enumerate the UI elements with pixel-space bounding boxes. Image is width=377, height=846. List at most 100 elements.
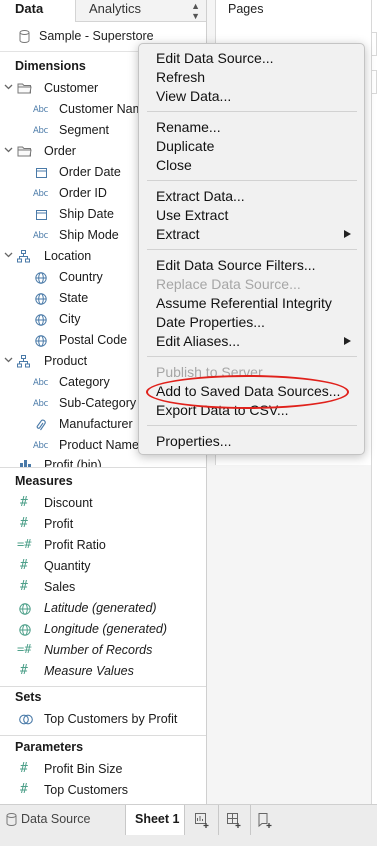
number-type-icon: # <box>20 558 28 573</box>
globe-icon <box>19 603 31 615</box>
data-source-context-menu: Edit Data Source... Refresh View Data...… <box>138 43 365 455</box>
sheet-tab-bar: Data Source Sheet 1 <box>0 804 377 846</box>
globe-icon <box>35 335 47 347</box>
globe-icon <box>35 272 47 284</box>
menu-item-replace-data-source: Replace Data Source... <box>156 276 301 292</box>
field-label: Location <box>44 249 92 263</box>
submenu-arrow-icon <box>344 337 351 345</box>
menu-item-export-data-to-csv[interactable]: Export Data to CSV... <box>156 401 289 420</box>
sheet-tab[interactable]: Sheet 1 <box>125 805 185 835</box>
chevron-down-icon <box>4 84 13 90</box>
globe-icon <box>19 624 31 636</box>
number-type-icon: # <box>20 782 28 797</box>
menu-item-properties[interactable]: Properties... <box>156 432 231 451</box>
folder-icon <box>17 83 32 94</box>
menu-item-duplicate[interactable]: Duplicate <box>156 137 214 156</box>
menu-item-rename[interactable]: Rename... <box>156 118 221 137</box>
menu-separator <box>147 180 357 181</box>
hierarchy-icon <box>17 355 30 368</box>
menu-item-refresh[interactable]: Refresh <box>156 68 205 87</box>
field-label: Product Name <box>59 438 139 452</box>
sets-header: Sets <box>15 690 42 704</box>
tab-data[interactable]: Data <box>0 0 75 22</box>
new-worksheet-icon[interactable] <box>194 812 210 828</box>
paperclip-icon <box>36 419 46 431</box>
field-profit-bin[interactable]: Profit (bin) <box>0 456 206 467</box>
bar-divider <box>218 805 219 835</box>
menu-separator <box>147 425 357 426</box>
submenu-arrow-icon <box>344 230 351 238</box>
string-type-icon: Abc <box>33 126 48 136</box>
sheet-tab-label: Sheet 1 <box>135 812 180 826</box>
menu-separator <box>147 356 357 357</box>
canvas-edge <box>371 0 377 804</box>
database-icon <box>19 30 30 43</box>
field-label: Quantity <box>44 559 91 573</box>
string-type-icon: Abc <box>33 399 48 409</box>
field-discount[interactable]: # Discount <box>0 494 206 515</box>
field-label: Segment <box>59 123 110 137</box>
field-label: Country <box>59 270 103 284</box>
field-label: Profit (bin) <box>44 458 102 467</box>
pages-shelf-title: Pages <box>228 2 264 16</box>
data-source-tab[interactable]: Data Source <box>21 812 90 826</box>
database-icon <box>6 813 17 826</box>
new-story-icon[interactable] <box>257 812 273 828</box>
dimensions-header: Dimensions <box>15 59 86 73</box>
field-label: Manufacturer <box>59 417 133 431</box>
bar-divider <box>250 805 251 835</box>
menu-item-extract[interactable]: Extract <box>156 225 200 244</box>
field-label: State <box>59 291 89 305</box>
canvas-edge-notch <box>371 70 377 94</box>
field-measure-values[interactable]: # Measure Values <box>0 662 206 683</box>
menu-item-date-properties[interactable]: Date Properties... <box>156 313 265 332</box>
menu-item-close[interactable]: Close <box>156 156 192 175</box>
field-label: Ship Date <box>59 207 114 221</box>
set-top-customers-by-profit[interactable]: Top Customers by Profit <box>0 710 206 731</box>
calendar-icon <box>36 168 47 178</box>
field-label: Order Date <box>59 165 121 179</box>
menu-item-extract-data[interactable]: Extract Data... <box>156 187 245 206</box>
calendar-icon <box>36 210 47 220</box>
section-divider <box>0 686 206 687</box>
field-profit-ratio[interactable]: =# Profit Ratio <box>0 536 206 557</box>
field-quantity[interactable]: # Quantity <box>0 557 206 578</box>
parameters-header: Parameters <box>15 740 84 754</box>
tab-dropdown-icon: ▲ ▼ <box>191 1 200 21</box>
field-label: Top Customers <box>44 783 129 797</box>
field-label: Discount <box>44 496 93 510</box>
field-label: Profit Ratio <box>44 538 106 552</box>
calculated-number-icon: =# <box>17 537 32 551</box>
field-label: Category <box>59 375 110 389</box>
field-longitude[interactable]: Longitude (generated) <box>0 620 206 641</box>
number-type-icon: # <box>20 761 28 776</box>
field-label: Ship Mode <box>59 228 119 242</box>
menu-item-edit-aliases[interactable]: Edit Aliases... <box>156 332 240 351</box>
field-label: Profit Bin Size <box>44 762 123 776</box>
new-dashboard-icon[interactable] <box>226 812 242 828</box>
field-label: Sales <box>44 580 76 594</box>
menu-item-add-to-saved-data-sources[interactable]: Add to Saved Data Sources... <box>156 382 340 401</box>
data-pane-tabs: Data Analytics ▲ ▼ <box>0 0 206 22</box>
field-profit[interactable]: # Profit <box>0 515 206 536</box>
field-number-of-records[interactable]: =# Number of Records <box>0 641 206 662</box>
menu-item-use-extract[interactable]: Use Extract <box>156 206 228 225</box>
menu-item-edit-data-source[interactable]: Edit Data Source... <box>156 49 274 68</box>
tab-analytics[interactable]: Analytics ▲ ▼ <box>75 0 206 22</box>
string-type-icon: Abc <box>33 105 48 115</box>
field-label: Profit <box>44 517 74 531</box>
menu-item-view-data[interactable]: View Data... <box>156 87 231 106</box>
string-type-icon: Abc <box>33 189 48 199</box>
menu-separator <box>147 249 357 250</box>
field-label: Product <box>44 354 88 368</box>
field-latitude[interactable]: Latitude (generated) <box>0 599 206 620</box>
globe-icon <box>35 293 47 305</box>
section-divider <box>0 467 206 468</box>
menu-item-edit-data-source-filters[interactable]: Edit Data Source Filters... <box>156 256 316 275</box>
param-top-customers[interactable]: # Top Customers <box>0 781 206 802</box>
param-profit-bin-size[interactable]: # Profit Bin Size <box>0 760 206 781</box>
field-sales[interactable]: # Sales <box>0 578 206 599</box>
string-type-icon: Abc <box>33 441 48 451</box>
calculated-number-icon: =# <box>17 642 32 656</box>
menu-item-assume-referential-integrity[interactable]: Assume Referential Integrity <box>156 294 332 313</box>
